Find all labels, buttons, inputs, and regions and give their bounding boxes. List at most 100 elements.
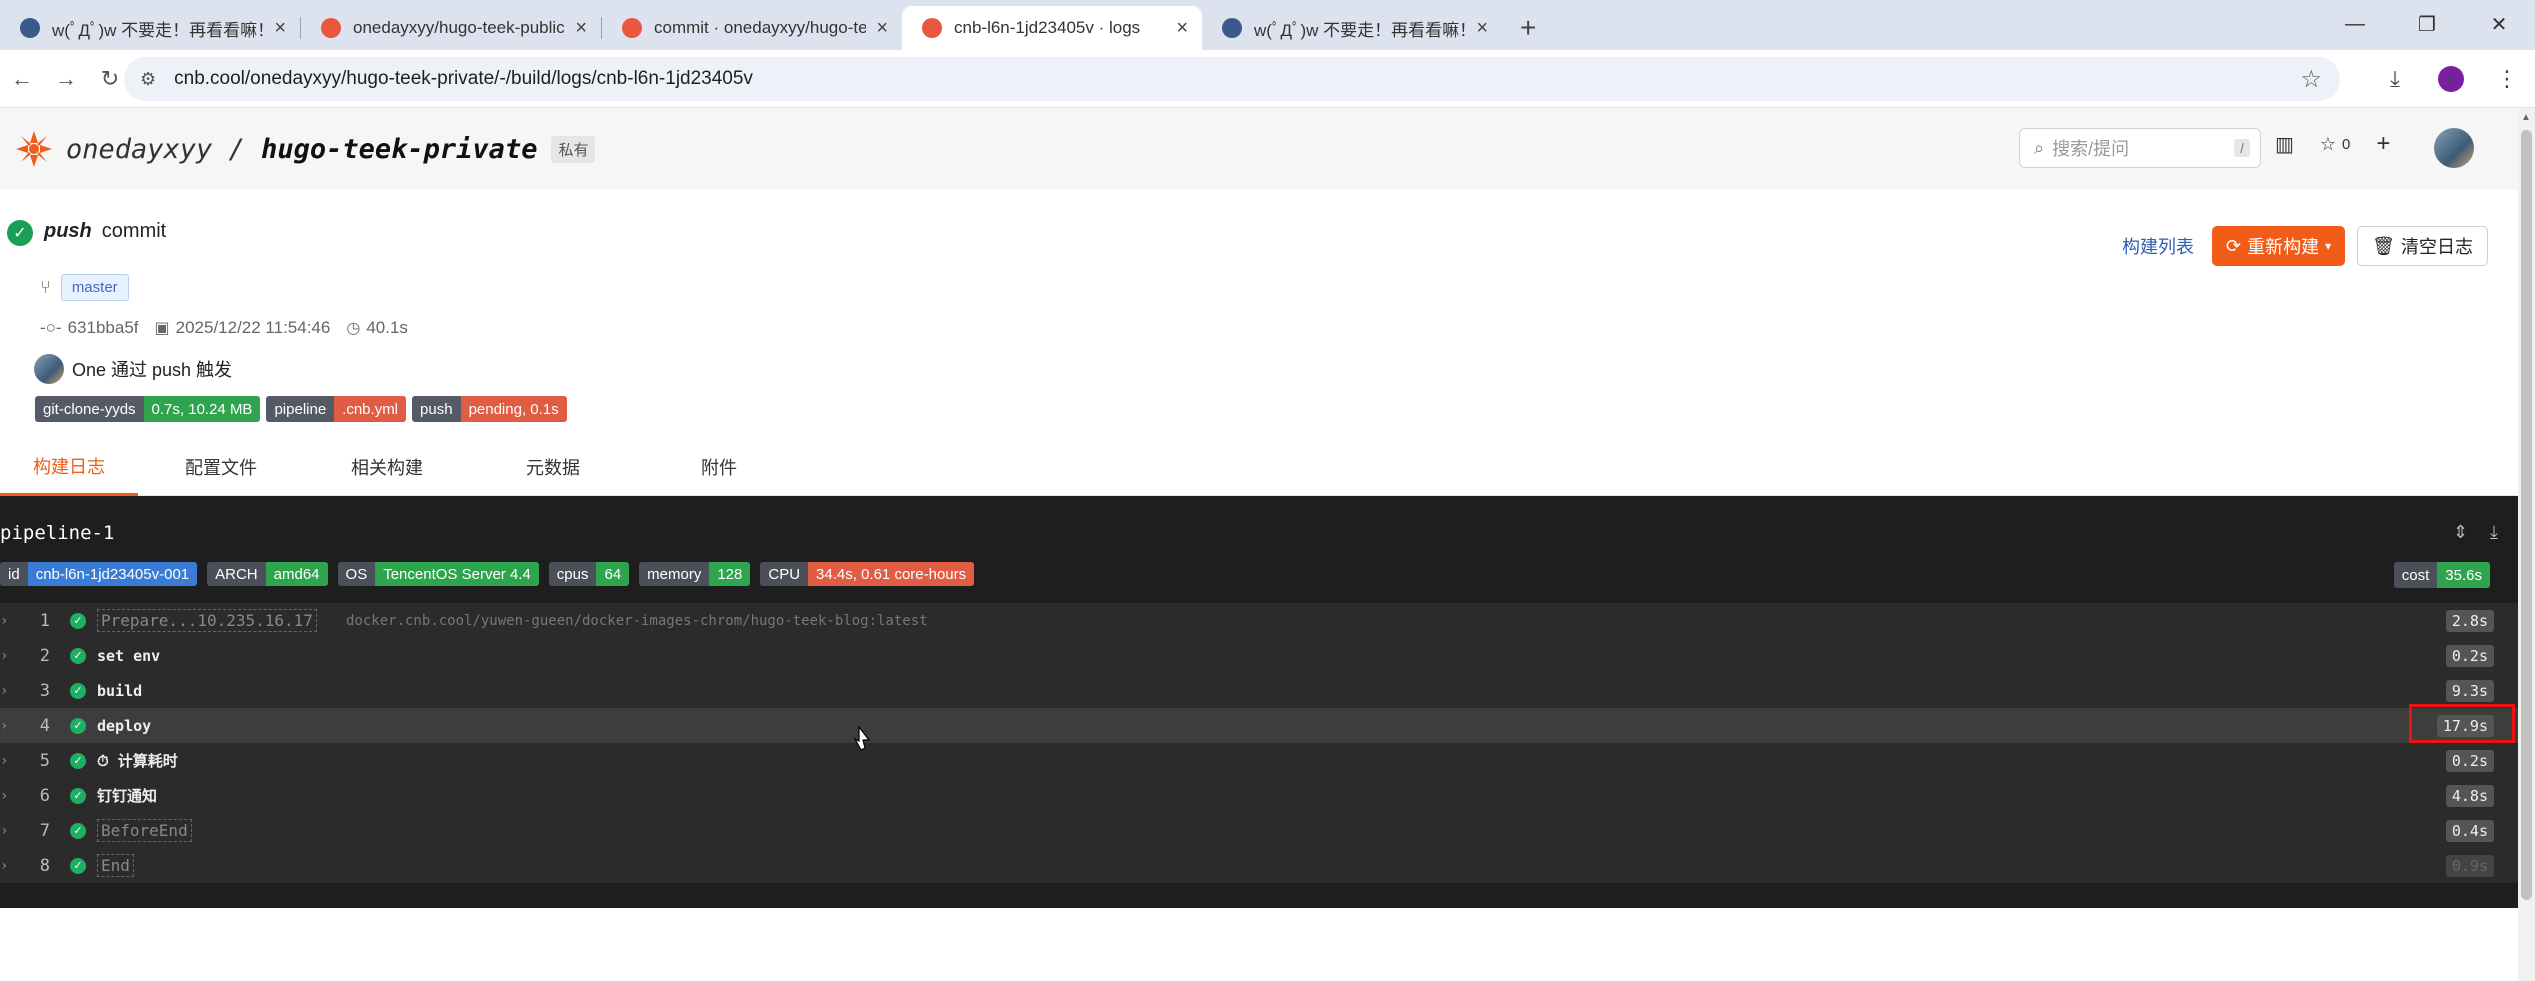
log-step-row[interactable]: › 5 ✓ ⏱ 计算耗时 0.2s <box>0 743 2518 778</box>
step-success-icon: ✓ <box>70 787 86 804</box>
profile-avatar[interactable]: o <box>2438 66 2464 92</box>
clear-log-button[interactable]: 🗑 清空日志 <box>2357 226 2488 266</box>
url-text: cnb.cool/onedayxyy/hugo-teek-private/-/b… <box>174 68 753 89</box>
branch-tag[interactable]: master <box>60 274 129 301</box>
scrollbar-thumb[interactable] <box>2521 130 2532 900</box>
badge-key: id <box>0 562 28 586</box>
expand-collapse-icon[interactable]: ⇕ <box>2453 522 2468 543</box>
page-content: onedayxyy / hugo-teek-private 私有 ⌕ 搜索/提问… <box>0 108 2518 981</box>
tab-0[interactable]: 构建日志 <box>0 438 138 496</box>
git-branch-icon: ⑂ <box>40 277 51 297</box>
highlight-annotation <box>2409 704 2515 743</box>
add-icon[interactable]: + <box>2376 130 2390 158</box>
log-step-row[interactable]: › 4 ✓ deploy 17.9s <box>0 704 2518 743</box>
commit-message[interactable]: commit <box>102 220 166 242</box>
info-badge: git-clone-yyds 0.7s, 10.24 MB <box>35 396 261 422</box>
badge-value: 64 <box>596 562 630 586</box>
badge-key: OS <box>337 562 376 586</box>
chevron-right-icon[interactable]: › <box>0 823 8 839</box>
tab-favicon-icon <box>20 18 40 38</box>
close-window-icon[interactable]: ✕ <box>2463 0 2535 48</box>
tab-close-icon[interactable]: × <box>575 17 587 40</box>
chevron-right-icon[interactable]: › <box>0 613 8 629</box>
tab-4[interactable]: 附件 <box>636 438 802 496</box>
chevron-right-icon[interactable]: › <box>0 718 8 734</box>
insights-icon[interactable]: ▥ <box>2275 132 2294 157</box>
tab-close-icon[interactable]: × <box>1176 17 1188 40</box>
info-badge: push pending, 0.1s <box>412 396 567 422</box>
tab-close-icon[interactable]: × <box>876 17 888 40</box>
log-step-row[interactable]: › 7 ✓ BeforeEnd 0.4s <box>0 813 2518 848</box>
step-number: 5 <box>39 750 50 771</box>
info-badge: ARCH amd64 <box>207 562 328 586</box>
browser-tab[interactable]: cnb-l6n-1jd23405v · logs × <box>902 6 1202 50</box>
minimize-icon[interactable]: — <box>2319 0 2391 48</box>
tab-close-icon[interactable]: × <box>1476 17 1488 40</box>
step-image: docker.cnb.cool/yuwen-gueen/docker-image… <box>346 612 928 629</box>
browser-toolbar-right: ⤓ o ⋮ <box>2367 57 2535 101</box>
chevron-right-icon[interactable]: › <box>0 858 8 874</box>
browser-menu-icon[interactable]: ⋮ <box>2479 66 2535 92</box>
log-step-row[interactable]: › 2 ✓ set env 0.2s <box>0 638 2518 673</box>
rebuild-label: 重新构建 <box>2247 237 2320 257</box>
browser-tab-bar: w(ﾟДﾟ)w 不要走！再看看嘛！ × onedayxyy/hugo-teek-pu… <box>0 0 2535 50</box>
badge-value: cnb-l6n-1jd23405v-001 <box>27 562 198 586</box>
page-scrollbar[interactable]: ▲ <box>2518 108 2535 981</box>
user-avatar[interactable] <box>2434 128 2474 168</box>
download-log-icon[interactable]: ⤓ <box>2490 522 2498 543</box>
info-badge: cpus 64 <box>548 562 630 586</box>
build-duration: 40.1s <box>366 318 408 337</box>
repo-name-link[interactable]: hugo-teek-private <box>261 134 537 165</box>
tab-1[interactable]: 配置文件 <box>138 438 304 496</box>
tab-title: w(ﾟДﾟ)w 不要走！再看看嘛！ <box>1254 20 1467 40</box>
site-info-icon[interactable]: ⚙ <box>140 69 156 90</box>
commit-icon: -○- <box>40 318 62 337</box>
tab-2[interactable]: 相关构建 <box>304 438 470 496</box>
search-input[interactable]: ⌕ 搜索/提问 / <box>2019 128 2261 168</box>
tab-3[interactable]: 元数据 <box>470 438 636 496</box>
tab-favicon-icon <box>622 18 642 38</box>
search-shortcut-key: / <box>2234 139 2250 157</box>
commit-sha[interactable]: 631bba5f <box>68 318 139 338</box>
browser-tab[interactable]: w(ﾟДﾟ)w 不要走！再看看嘛！ × <box>1202 6 1502 50</box>
badge-value: .cnb.yml <box>334 396 407 422</box>
log-step-row[interactable]: › 8 ✓ End 0.9s <box>0 848 2518 883</box>
step-name: deploy <box>97 716 152 735</box>
info-badge: CPU 34.4s, 0.61 core-hours <box>760 562 975 586</box>
log-step-row[interactable]: › 3 ✓ build 9.3s <box>0 673 2518 708</box>
rebuild-button[interactable]: ⟳ 重新构建 ▾ <box>2212 226 2346 266</box>
back-icon[interactable]: ← <box>0 57 44 101</box>
browser-tab[interactable]: commit · onedayxyy/hugo-te × <box>602 6 902 50</box>
scroll-up-icon[interactable]: ▲ <box>2521 112 2531 123</box>
chevron-right-icon[interactable]: › <box>0 788 8 804</box>
chevron-right-icon[interactable]: › <box>0 683 8 699</box>
repo-owner-link[interactable]: onedayxyy <box>66 134 212 165</box>
tab-close-icon[interactable]: × <box>274 17 286 40</box>
star-button[interactable]: ☆ 0 <box>2320 134 2350 155</box>
step-number: 7 <box>39 820 50 841</box>
tab-title: cnb-l6n-1jd23405v · logs <box>954 18 1141 37</box>
browser-tab[interactable]: w(ﾟДﾟ)w 不要走！再看看嘛！ × <box>0 6 300 50</box>
browser-tab[interactable]: onedayxyy/hugo-teek-public × <box>301 6 601 50</box>
badge-value: pending, 0.1s <box>460 396 567 422</box>
step-name: 钉钉通知 <box>97 787 158 805</box>
log-step-row[interactable]: › 6 ✓ 钉钉通知 4.8s <box>0 778 2518 813</box>
forward-icon[interactable]: → <box>44 57 88 101</box>
restore-icon[interactable]: ❐ <box>2391 0 2463 48</box>
cnb-logo-icon[interactable] <box>14 129 54 169</box>
step-number: 1 <box>39 610 50 631</box>
badge-key: cost <box>2393 562 2438 588</box>
visibility-badge: 私有 <box>551 135 596 163</box>
url-omnibox[interactable]: ⚙ cnb.cool/onedayxyy/hugo-teek-private/-… <box>124 57 2340 101</box>
trigger-user-avatar[interactable] <box>34 354 64 384</box>
download-icon[interactable]: ⤓ <box>2367 66 2423 92</box>
build-list-link[interactable]: 构建列表 <box>2122 233 2194 259</box>
chevron-right-icon[interactable]: › <box>0 648 8 664</box>
chevron-down-icon: ▾ <box>2325 239 2332 253</box>
bookmark-star-icon[interactable]: ☆ <box>2300 65 2322 94</box>
step-name: ⏱ 计算耗时 <box>97 752 178 770</box>
new-tab-button[interactable]: + <box>1502 6 1554 50</box>
chevron-right-icon[interactable]: › <box>0 753 8 769</box>
log-step-row[interactable]: › 1 ✓ Prepare...10.235.16.17 docker.cnb.cool… <box>0 603 2518 638</box>
step-success-icon: ✓ <box>70 647 86 664</box>
